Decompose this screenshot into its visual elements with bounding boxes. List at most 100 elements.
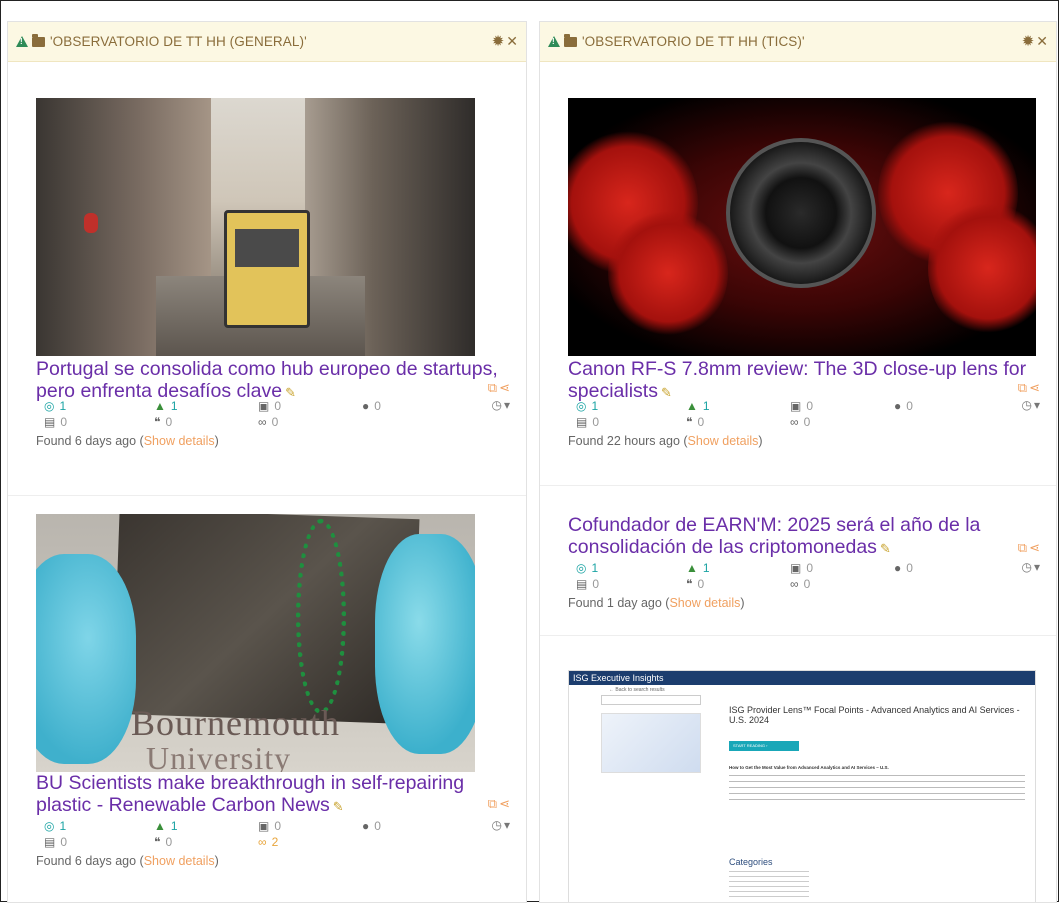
external-link-icon[interactable]: ⧉ bbox=[1018, 540, 1027, 556]
thumbs-up-icon: ▲ bbox=[686, 561, 698, 575]
comments-icon: ❝ bbox=[154, 415, 161, 429]
image-caption: Bournemouth bbox=[131, 703, 340, 743]
bomb-icon: ● bbox=[362, 399, 370, 413]
article-title-link[interactable]: Cofundador de EARN'M: 2025 será el año d… bbox=[568, 514, 1042, 560]
gear-icon[interactable]: ✹ bbox=[1022, 34, 1035, 49]
show-details-link[interactable]: Show details bbox=[144, 854, 215, 868]
docs-stat: ▤ 0 bbox=[576, 577, 600, 591]
share-icon[interactable]: ⋖ bbox=[499, 796, 510, 812]
links-stat: ∞ 0 bbox=[258, 415, 279, 429]
views-stat: ◎ 1 bbox=[576, 399, 599, 413]
targets-stat: ● 0 bbox=[362, 819, 381, 833]
panel-title: 'OBSERVATORIO DE TT HH (GENERAL)' bbox=[50, 34, 307, 49]
docs-stat: ▤ 0 bbox=[44, 415, 68, 429]
article-stats: ◎ 1 ▲ 1 ▣ 0 ● 0 ▤ 0 ❝ 0 ∞ 0 bbox=[568, 398, 1036, 430]
panel-general: 'OBSERVATORIO DE TT HH (GENERAL)' ✹ ✕ Po… bbox=[7, 21, 527, 903]
header-icons bbox=[16, 33, 45, 47]
targets-stat: ● 0 bbox=[894, 561, 913, 575]
comments-stat: ❝ 0 bbox=[686, 415, 705, 429]
docs-stat: ▤ 0 bbox=[576, 415, 600, 429]
comments-stat: ❝ 0 bbox=[686, 577, 705, 591]
thumbs-up-icon: ▲ bbox=[154, 819, 166, 833]
article-actions: ⧉ ⋖ bbox=[488, 796, 510, 812]
bomb-icon: ● bbox=[894, 399, 902, 413]
document-icon: ▤ bbox=[576, 577, 588, 591]
panel-tools: ✹ ✕ bbox=[492, 33, 518, 50]
article-title: BU Scientists make breakthrough in self-… bbox=[36, 772, 465, 816]
article-image[interactable]: Bournemouth University bbox=[36, 514, 475, 772]
bomb-icon: ● bbox=[894, 561, 902, 575]
photos-stat: ▣ 0 bbox=[790, 399, 814, 413]
panel-title: 'OBSERVATORIO DE TT HH (TICS)' bbox=[582, 34, 805, 49]
views-stat: ◎ 1 bbox=[44, 399, 67, 413]
doc-category-list bbox=[729, 871, 809, 901]
comments-icon: ❝ bbox=[686, 577, 693, 591]
found-text: Found 6 days ago (Show details) bbox=[36, 854, 219, 868]
link-icon: ∞ bbox=[258, 835, 267, 849]
photos-stat: ▣ 0 bbox=[258, 399, 282, 413]
external-link-icon[interactable]: ⧉ bbox=[488, 380, 497, 396]
share-icon[interactable]: ⋖ bbox=[1029, 540, 1040, 556]
show-details-link[interactable]: Show details bbox=[144, 434, 215, 448]
document-icon: ▤ bbox=[44, 415, 56, 429]
likes-stat: ▲ 1 bbox=[154, 399, 178, 413]
article-image[interactable]: ISG Executive Insights ← Back to search … bbox=[568, 670, 1036, 902]
external-link-icon[interactable]: ⧉ bbox=[1018, 380, 1027, 396]
camera-icon: ▣ bbox=[790, 399, 802, 413]
close-icon[interactable]: ✕ bbox=[1036, 33, 1048, 50]
link-icon: ∞ bbox=[790, 577, 799, 591]
article-stats: ◎ 1 ▲ 1 ▣ 0 ● 0 ▤ 0 ❝ 0 ∞ 2 bbox=[36, 818, 506, 850]
doc-heading: ISG Provider Lens™ Focal Points - Advanc… bbox=[729, 705, 1020, 725]
doc-header-bar: ISG Executive Insights bbox=[569, 671, 1035, 685]
show-details-link[interactable]: Show details bbox=[688, 434, 759, 448]
doc-start-button: START READING › bbox=[729, 741, 799, 751]
article-stats: ◎ 1 ▲ 1 ▣ 0 ● 0 ▤ 0 ❝ 0 ∞ 0 bbox=[568, 560, 1036, 592]
links-stat: ∞ 0 bbox=[790, 415, 811, 429]
found-text: Found 6 days ago (Show details) bbox=[36, 434, 219, 448]
external-link-icon[interactable]: ⧉ bbox=[488, 796, 497, 812]
eye-icon: ◎ bbox=[576, 399, 587, 413]
show-details-link[interactable]: Show details bbox=[669, 596, 740, 610]
targets-stat: ● 0 bbox=[362, 399, 381, 413]
doc-body-text bbox=[729, 775, 1025, 805]
article-title-link[interactable]: BU Scientists make breakthrough in self-… bbox=[36, 772, 512, 818]
warning-icon bbox=[548, 36, 560, 47]
article-image[interactable] bbox=[568, 98, 1036, 356]
share-icon[interactable]: ⋖ bbox=[1029, 380, 1040, 396]
photos-stat: ▣ 0 bbox=[790, 561, 814, 575]
article-title: Cofundador de EARN'M: 2025 será el año d… bbox=[568, 514, 981, 558]
doc-categories: Categories bbox=[729, 857, 773, 867]
pencil-icon[interactable]: ✎ bbox=[333, 796, 344, 818]
docs-stat: ▤ 0 bbox=[44, 835, 68, 849]
likes-stat: ▲ 1 bbox=[686, 561, 710, 575]
close-icon[interactable]: ✕ bbox=[506, 33, 518, 50]
eye-icon: ◎ bbox=[44, 819, 55, 833]
article-card: Canon RF-S 7.8mm review: The 3D close-up… bbox=[540, 62, 1056, 486]
gear-icon[interactable]: ✹ bbox=[492, 34, 505, 49]
links-stat: ∞ 0 bbox=[790, 577, 811, 591]
thumbs-up-icon: ▲ bbox=[154, 399, 166, 413]
share-icon[interactable]: ⋖ bbox=[499, 380, 510, 396]
comments-icon: ❝ bbox=[686, 415, 693, 429]
eye-icon: ◎ bbox=[44, 399, 55, 413]
article-title: Portugal se consolida como hub europeo d… bbox=[36, 358, 498, 402]
panel-tics: 'OBSERVATORIO DE TT HH (TICS)' ✹ ✕ Canon… bbox=[539, 21, 1057, 903]
camera-icon: ▣ bbox=[258, 819, 270, 833]
article-image[interactable] bbox=[36, 98, 475, 356]
photos-stat: ▣ 0 bbox=[258, 819, 282, 833]
found-text: Found 1 day ago (Show details) bbox=[568, 596, 745, 610]
pencil-icon[interactable]: ✎ bbox=[880, 538, 891, 560]
comments-stat: ❝ 0 bbox=[154, 835, 173, 849]
views-stat: ◎ 1 bbox=[44, 819, 67, 833]
targets-stat: ● 0 bbox=[894, 399, 913, 413]
doc-subheading: How to Get the Most Value from Advanced … bbox=[729, 765, 889, 770]
found-text: Found 22 hours ago (Show details) bbox=[568, 434, 763, 448]
article-title: Canon RF-S 7.8mm review: The 3D close-up… bbox=[568, 358, 1027, 402]
camera-icon: ▣ bbox=[258, 399, 270, 413]
doc-thumbnail bbox=[601, 713, 701, 773]
folder-icon bbox=[32, 33, 45, 47]
views-stat: ◎ 1 bbox=[576, 561, 599, 575]
camera-icon: ▣ bbox=[790, 561, 802, 575]
article-card: Cofundador de EARN'M: 2025 será el año d… bbox=[540, 486, 1056, 636]
article-actions: ⧉ ⋖ bbox=[488, 380, 510, 396]
